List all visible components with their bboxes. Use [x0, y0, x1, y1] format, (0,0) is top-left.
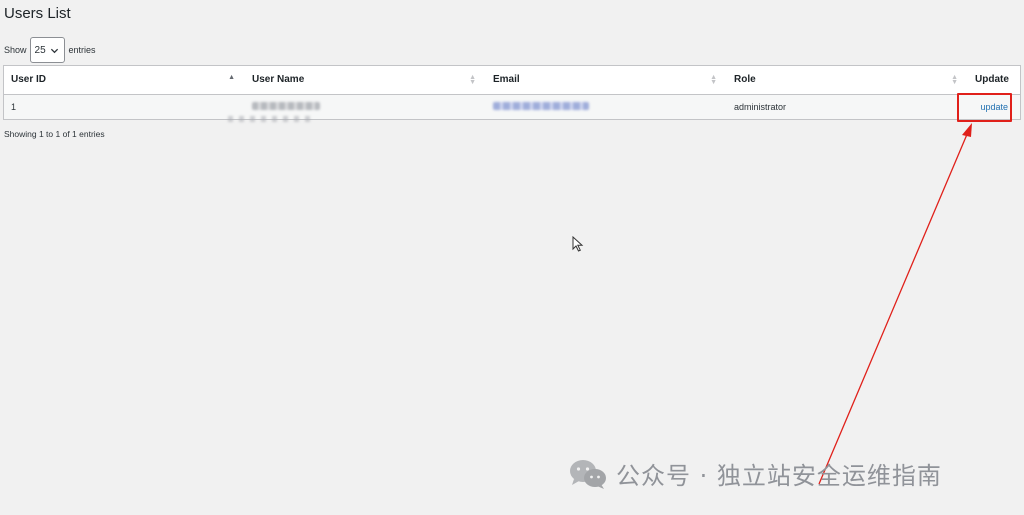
sort-icon: ▲ ▼: [710, 74, 717, 86]
column-header-update: Update: [968, 66, 1020, 95]
sort-icon: ▲ ▼: [469, 74, 476, 86]
column-header-email[interactable]: Email ▲ ▼: [486, 66, 727, 95]
show-label: Show: [4, 45, 27, 55]
watermark: 公众号 · 独立站安全运维指南: [568, 456, 942, 491]
cell-email: [486, 94, 727, 119]
entries-per-page-value: 25: [34, 44, 46, 56]
redacted-overflow: [228, 116, 312, 122]
table-header-row: User ID ▲ User Name ▲ ▼ Email ▲ ▼ Role ▲ ▼ Upda…: [4, 66, 1020, 95]
entries-per-page-select[interactable]: 25: [29, 37, 65, 63]
entries-length-control: Show 25 entries: [4, 37, 96, 63]
users-table-container: User ID ▲ User Name ▲ ▼ Email ▲ ▼ Role ▲ ▼ Upda…: [3, 65, 1021, 120]
annotation-highlight-box: [957, 93, 1012, 122]
chevron-down-icon: [50, 48, 58, 53]
sort-icon: ▲ ▼: [951, 74, 958, 86]
column-header-user-id[interactable]: User ID ▲: [4, 66, 245, 95]
entries-label: entries: [68, 45, 96, 55]
column-header-user-name[interactable]: User Name ▲ ▼: [245, 66, 486, 95]
page-title: Users List: [4, 5, 71, 22]
watermark-text: 公众号 · 独立站安全运维指南: [616, 462, 942, 490]
sort-ascending-icon: ▲: [228, 74, 235, 81]
redacted-email: [493, 101, 589, 110]
mouse-cursor-icon: [572, 236, 584, 252]
column-header-role[interactable]: Role ▲ ▼: [727, 66, 968, 95]
redacted-username: [252, 101, 320, 110]
table-row: 1 administrator update: [4, 94, 1020, 119]
users-table: User ID ▲ User Name ▲ ▼ Email ▲ ▼ Role ▲ ▼ Upda…: [4, 66, 1020, 119]
cell-user-id: 1: [4, 94, 245, 119]
table-info: Showing 1 to 1 of 1 entries: [4, 129, 105, 139]
cell-role: administrator: [727, 94, 968, 119]
wechat-icon: [570, 459, 606, 489]
